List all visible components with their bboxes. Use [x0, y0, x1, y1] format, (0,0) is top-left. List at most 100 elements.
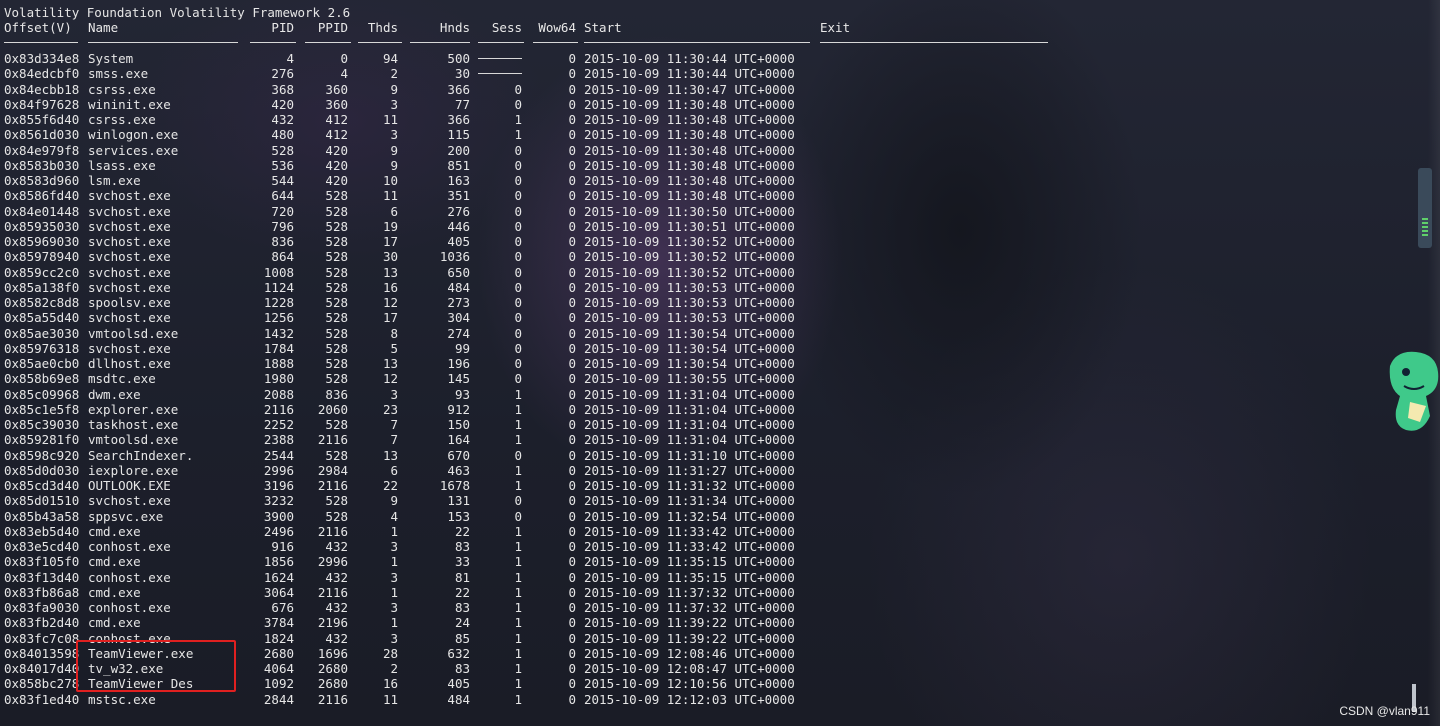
ppid-cell: 360	[325, 96, 348, 112]
offset-cell: 0x85976318	[4, 340, 80, 356]
hnds-cell: 30	[454, 66, 470, 82]
ppid-cell: 528	[325, 493, 348, 509]
sess-cell: 1	[514, 691, 522, 707]
offset-cell: 0x85978940	[4, 249, 80, 265]
pid-cell: 3064	[263, 584, 294, 600]
thds-cell: 9	[390, 157, 398, 173]
sess-cell: 0	[514, 310, 522, 326]
mascot-icon[interactable]	[1386, 346, 1440, 438]
wow64-cell: 0	[568, 81, 576, 97]
name-cell: OUTLOOK.EXE	[88, 478, 171, 493]
start-cell: 2015-10-09 11:31:32 UTC+0000	[584, 478, 795, 493]
wow64-cell: 0	[568, 188, 576, 204]
wow64-cell: 0	[568, 600, 576, 615]
thds-cell: 13	[382, 447, 398, 463]
column-header-ppid: PPID	[317, 20, 348, 35]
sess-cell: 1	[514, 462, 522, 478]
start-cell: 2015-10-09 12:08:47 UTC+0000	[584, 661, 795, 676]
pid-cell: 916	[271, 539, 294, 554]
pid-cell: 276	[271, 66, 294, 82]
ppid-cell: 528	[325, 295, 348, 310]
pid-cell: 432	[271, 112, 294, 127]
column-header-thds: Thds	[367, 20, 398, 35]
ppid-cell: 528	[325, 371, 348, 387]
start-cell: 2015-10-09 11:33:42 UTC+0000	[584, 523, 795, 539]
sess-cell: 1	[514, 661, 522, 676]
wow64-cell: 0	[568, 340, 576, 356]
column-header-start: Start	[584, 20, 622, 35]
name-cell: lsm.exe	[88, 173, 141, 188]
thds-cell: 9	[390, 81, 398, 97]
sess-dash	[478, 58, 522, 59]
header-rule-name	[88, 42, 238, 43]
sess-cell: 1	[514, 478, 522, 493]
name-cell: svchost.exe	[88, 279, 171, 295]
wow64-cell: 0	[568, 142, 576, 158]
offset-cell: 0x83e5cd40	[4, 539, 80, 554]
ppid-cell: 528	[325, 264, 348, 280]
wow64-cell: 0	[568, 539, 576, 554]
thds-cell: 5	[390, 340, 398, 356]
wow64-cell: 0	[568, 417, 576, 432]
start-cell: 2015-10-09 11:30:48 UTC+0000	[584, 188, 795, 204]
thds-cell: 1	[390, 584, 398, 600]
pid-cell: 1980	[263, 371, 294, 387]
start-cell: 2015-10-09 11:30:54 UTC+0000	[584, 340, 795, 356]
thds-cell: 6	[390, 203, 398, 219]
wow64-cell: 0	[568, 584, 576, 600]
thds-cell: 3	[390, 386, 398, 402]
pid-cell: 544	[271, 173, 294, 188]
thds-cell: 2	[390, 66, 398, 82]
sess-cell: 1	[514, 615, 522, 631]
pid-cell: 676	[271, 600, 294, 615]
thds-cell: 3	[390, 569, 398, 585]
wow64-cell: 0	[568, 691, 576, 707]
ppid-cell: 412	[325, 112, 348, 127]
start-cell: 2015-10-09 11:31:10 UTC+0000	[584, 447, 795, 463]
thds-cell: 19	[382, 218, 398, 234]
hnds-cell: 163	[447, 173, 470, 188]
sess-cell: 1	[514, 401, 522, 417]
start-cell: 2015-10-09 11:31:04 UTC+0000	[584, 401, 795, 417]
sess-cell: 0	[514, 142, 522, 158]
offset-cell: 0x85d01510	[4, 493, 80, 509]
name-cell: sppsvc.exe	[88, 508, 164, 524]
wow64-cell: 0	[568, 554, 576, 570]
pid-cell: 1092	[263, 676, 294, 692]
sess-cell: 0	[514, 340, 522, 356]
thds-cell: 11	[382, 112, 398, 127]
pid-cell: 1008	[263, 264, 294, 280]
thds-cell: 17	[382, 234, 398, 249]
thds-cell: 1	[390, 615, 398, 631]
ppid-cell: 2984	[317, 462, 348, 478]
ppid-cell: 4	[340, 66, 348, 82]
offset-cell: 0x84013598	[4, 645, 80, 661]
pid-cell: 2388	[263, 432, 294, 448]
name-cell: svchost.exe	[88, 340, 171, 356]
offset-cell: 0x85c39030	[4, 417, 80, 432]
start-cell: 2015-10-09 11:33:42 UTC+0000	[584, 539, 795, 554]
grip-line	[1422, 222, 1428, 224]
sess-cell: 0	[514, 325, 522, 341]
thds-cell: 2	[390, 661, 398, 676]
offset-cell: 0x858bc278	[4, 676, 80, 692]
ppid-cell: 420	[325, 142, 348, 158]
name-cell: lsass.exe	[88, 157, 156, 173]
header-rule-pid	[250, 42, 296, 43]
pid-cell: 368	[271, 81, 294, 97]
name-cell: vmtoolsd.exe	[88, 432, 179, 448]
thds-cell: 28	[382, 645, 398, 661]
name-cell: winlogon.exe	[88, 127, 179, 143]
hnds-cell: 153	[447, 508, 470, 524]
ppid-cell: 2116	[317, 432, 348, 448]
wow64-cell: 0	[568, 356, 576, 371]
sess-cell: 0	[514, 173, 522, 188]
side-widget[interactable]	[1418, 168, 1432, 248]
hnds-cell: 77	[454, 96, 470, 112]
pid-cell: 1624	[263, 569, 294, 585]
sess-cell: 1	[514, 432, 522, 448]
name-cell: SearchIndexer.	[88, 447, 194, 463]
offset-cell: 0x84e01448	[4, 203, 80, 219]
name-cell: svchost.exe	[88, 310, 171, 326]
start-cell: 2015-10-09 11:32:54 UTC+0000	[584, 508, 795, 524]
